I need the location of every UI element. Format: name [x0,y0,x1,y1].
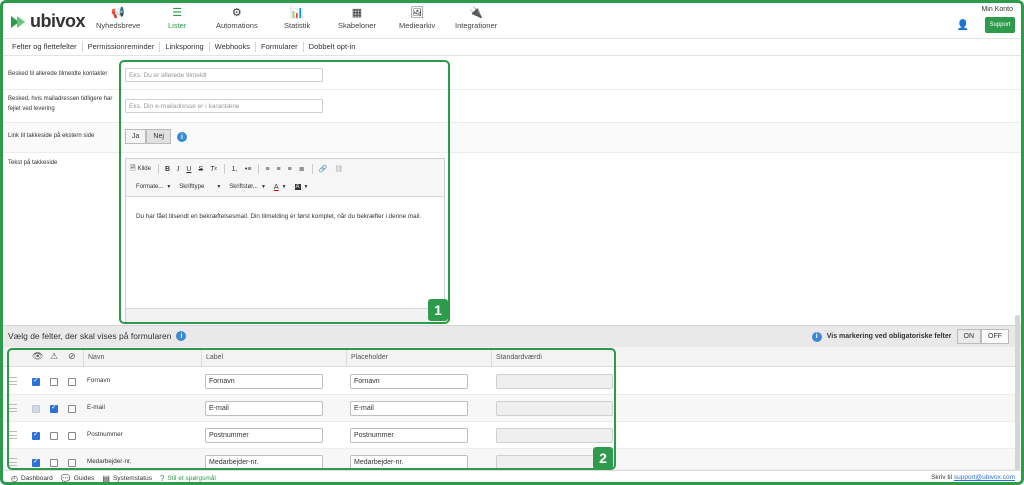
sub-navigation: Felter og flettefelter Permissionreminde… [3,39,1021,56]
nav-label: Statistik [284,21,311,30]
logo-text: ubivox [30,11,86,31]
nav-item-skabeloner[interactable]: ▦ Skabeloner [338,5,376,37]
nav-item-nyhedsbreve[interactable]: 📢 Nyhedsbreve [96,5,140,37]
footer-guides-link[interactable]: 💬 Guides [61,474,95,483]
nav-item-automations[interactable]: ⚙ Automations [216,5,258,37]
subnav-formularer[interactable]: Formularer [256,42,304,52]
callout-frame-2 [7,348,616,470]
toggle-off[interactable]: OFF [981,329,1009,344]
nav-label: Skabeloner [338,21,376,30]
already-label: Besked til allerede tilmeldte kontakter [8,71,108,77]
callout-badge-1: 1 [428,299,448,321]
toggle-on[interactable]: ON [956,329,981,344]
fields-section-title: Vælg de felter, der skal vises på formul… [8,331,187,341]
automation-icon: ⚙ [231,7,242,19]
section-title-text: Vælg de felter, der skal vises på formul… [8,331,172,341]
plug-icon: 🔌 [469,7,483,19]
status-icon: ▤ [102,473,110,483]
subnav-dobbelt-opt-in[interactable]: Dobbelt opt-in [304,42,361,52]
footer-contact: Skriv til support@ubivox.com [931,474,1015,481]
template-icon: ▦ [351,7,363,19]
subnav-linksporing[interactable]: Linksporing [160,42,210,52]
vertical-scrollbar[interactable] [1015,315,1020,470]
footer-ask-link[interactable]: ? Stil et spørgsmål [160,474,216,483]
nav-item-lister[interactable]: ☰ Lister [168,5,186,37]
subnav-felter[interactable]: Felter og flettefelter [7,42,83,52]
guides-icon: 💬 [60,473,71,483]
subnav-webhooks[interactable]: Webhooks [210,42,256,52]
nav-label: Nyhedsbreve [96,21,141,30]
status-label: Systemstatus [112,474,152,482]
chart-icon: 📊 [290,7,304,19]
required-marker-label: Vis markering ved obligatoriske felter [826,333,952,340]
nav-item-statistik[interactable]: 📊 Statistik [284,5,310,37]
dashboard-label: Dashboard [20,474,53,482]
question-icon: ? [159,473,165,483]
failed-label: Besked, hvis mailadressen tidligere har … [8,96,113,112]
info-icon[interactable]: i [176,331,187,341]
nav-item-integrationer[interactable]: 🔌 Integrationer [455,5,497,37]
list-icon: ☰ [172,7,183,19]
app-window: ubivox 📢 Nyhedsbreve ☰ Lister ⚙ Automati… [0,0,1024,485]
image-icon: 🖼 [410,7,425,19]
top-navigation: ubivox 📢 Nyhedsbreve ☰ Lister ⚙ Automati… [3,3,1021,39]
text-label: Tekst på takkeside [8,160,58,166]
nav-label: Lister [168,21,187,30]
support-button[interactable]: Support [985,17,1015,33]
account-link[interactable]: Min Konto [981,6,1013,13]
nav-label: Mediearkiv [399,21,436,30]
guides-label: Guides [73,474,95,482]
nav-item-mediearkiv[interactable]: 🖼 Mediearkiv [399,5,435,37]
dashboard-icon: ◴ [11,473,18,483]
required-marker-setting: i Vis markering ved obligatoriske felter… [811,329,1009,344]
footer-status-link[interactable]: ▤ Systemstatus [102,474,152,483]
nav-label: Integrationer [455,21,498,30]
fields-section-header: Vælg de felter, der skal vises på formul… [3,325,1021,347]
nav-label: Automations [216,21,258,30]
info-icon[interactable]: i [811,331,822,342]
callout-badge-2: 2 [593,447,613,469]
required-toggle: ON OFF [956,329,1009,344]
ask-label: Stil et spørgsmål [167,474,216,482]
user-settings-icon[interactable]: 👤 [957,20,969,31]
callout-frame-1 [119,60,450,324]
subnav-permissionreminder[interactable]: Permissionreminder [83,42,161,52]
footer-bar: ◴ Dashboard 💬 Guides ▤ Systemstatus ? Stil e… [3,470,1021,483]
ubivox-logo[interactable]: ubivox [11,11,86,32]
support-email-link[interactable]: support@ubivox.com [954,474,1015,481]
link-label: Link til takkeside på ekstern side [8,133,95,139]
write-label: Skriv til [931,474,953,481]
footer-dashboard-link[interactable]: ◴ Dashboard [11,474,53,483]
megaphone-icon: 📢 [111,7,125,19]
logo-mark-icon [11,15,27,28]
